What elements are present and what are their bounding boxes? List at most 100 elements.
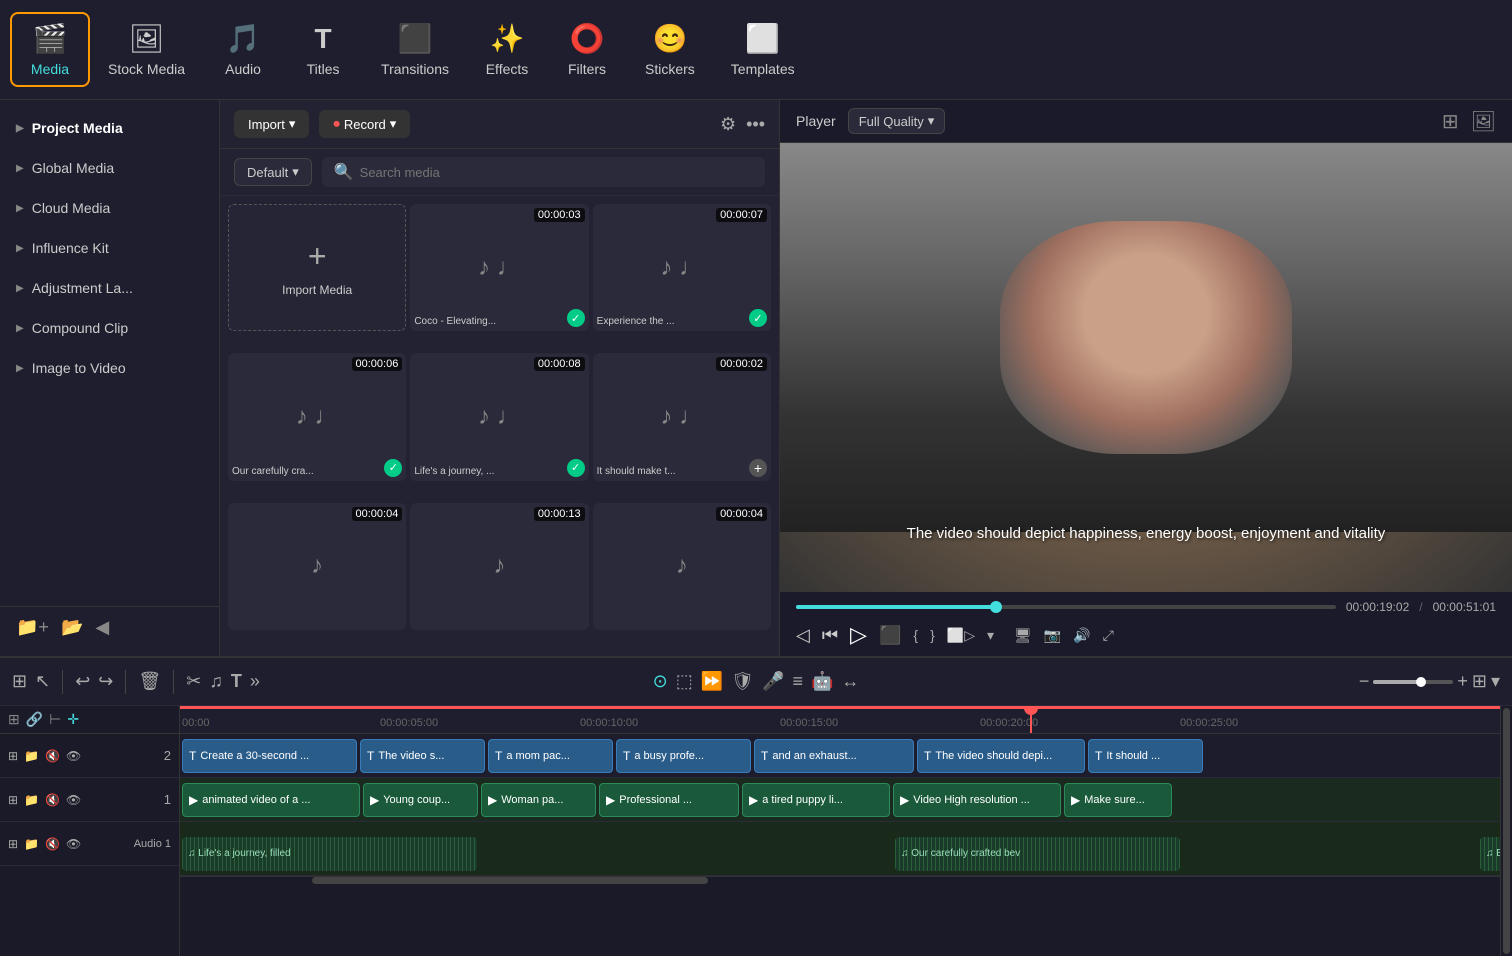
audio1-folder-icon[interactable]: 📁	[24, 837, 39, 851]
nav-item-filters[interactable]: ⭕ Filters	[547, 14, 627, 85]
tl-clip-animated[interactable]: ▶ animated video of a ...	[182, 783, 360, 817]
undo-button[interactable]: ↩	[75, 671, 90, 692]
record-button[interactable]: ⏺ Record ▾	[319, 110, 410, 138]
tl-clip-woman[interactable]: ▶ Woman pa...	[481, 783, 596, 817]
sidebar-item-compound-clip[interactable]: ▶ Compound Clip	[0, 308, 219, 348]
nav-item-media[interactable]: 🎬 Media	[10, 12, 90, 87]
track1-folder-icon[interactable]: 📁	[24, 793, 39, 807]
nav-item-titles[interactable]: T Titles	[283, 15, 363, 85]
sidebar-item-project-media[interactable]: ▶ Project Media	[0, 108, 219, 148]
redo-button[interactable]: ↪	[98, 671, 113, 692]
vertical-scroll-thumb[interactable]	[1503, 708, 1510, 954]
export-frame-button[interactable]: 🖥	[1014, 627, 1032, 644]
mask-button[interactable]: 🛡	[731, 671, 754, 692]
progress-bar[interactable]	[796, 605, 1336, 609]
media-item-coco[interactable]: 00:00:03 ♪ ♩ ✓ Coco - Elevating...	[410, 204, 588, 331]
quality-dropdown[interactable]: Full Quality ▾	[848, 108, 946, 134]
delete-button[interactable]: 🗑	[138, 671, 161, 692]
import-media-item[interactable]: + Import Media	[228, 204, 406, 331]
timeline-layout2-button[interactable]: ⊙	[653, 671, 668, 692]
search-input[interactable]	[360, 165, 753, 180]
media-item-experience[interactable]: 00:00:07 ♪ ♩ ✓ Experience the ...	[593, 204, 771, 331]
sidebar-item-image-to-video[interactable]: ▶ Image to Video	[0, 348, 219, 388]
tl-clip-lifes-audio[interactable]: ♫ Life's a journey, filled	[182, 837, 477, 871]
zoom-in-button[interactable]: +	[1457, 671, 1468, 692]
grid-view-icon[interactable]: ⊞	[1442, 109, 1459, 134]
nav-item-stickers[interactable]: 😊 Stickers	[627, 14, 713, 85]
track1-eye-icon[interactable]: 👁	[66, 793, 81, 807]
nav-item-audio[interactable]: 🎵 Audio	[203, 14, 283, 85]
stop-button[interactable]: ⬛	[879, 625, 901, 646]
tl-clip-video-s[interactable]: T The video s...	[360, 739, 485, 773]
sidebar-item-influence-kit[interactable]: ▶ Influence Kit	[0, 228, 219, 268]
tl-clip-professional[interactable]: ▶ Professional ...	[599, 783, 739, 817]
timeline-scrollbar-thumb[interactable]	[312, 877, 708, 884]
more-options-icon[interactable]: •••	[746, 114, 765, 135]
timeline-layout-button[interactable]: ⊞	[12, 671, 27, 692]
zoom-out-button[interactable]: −	[1359, 671, 1370, 692]
timeline-scrollbar[interactable]	[180, 876, 1500, 884]
fullscreen-button[interactable]: ⤢	[1103, 627, 1114, 644]
clip-insert-button[interactable]: ⬜▷	[947, 627, 975, 644]
image-view-icon[interactable]: 🖼	[1471, 109, 1496, 134]
add-track-icon[interactable]: ⊞	[8, 711, 20, 728]
collapse-icon[interactable]: ◀	[95, 617, 109, 638]
crop-button[interactable]: ⬚	[676, 671, 693, 692]
audio1-record-icon[interactable]: ⊞	[8, 837, 18, 851]
track2-folder-icon[interactable]: 📁	[24, 749, 39, 763]
audio-record-button[interactable]: 🎤	[762, 671, 784, 692]
audio1-eye-icon[interactable]: 👁	[66, 837, 81, 851]
media-item-itshould[interactable]: 00:00:02 ♪ ♩ + It should make t...	[593, 353, 771, 480]
grid-view-button[interactable]: ⊞	[1472, 671, 1487, 692]
progress-handle[interactable]	[990, 601, 1002, 613]
text-button[interactable]: T	[231, 671, 242, 692]
audio1-mute-icon[interactable]: 🔇	[45, 837, 60, 851]
sidebar-item-global-media[interactable]: ▶ Global Media	[0, 148, 219, 188]
step-back-button[interactable]: ◁	[796, 625, 810, 646]
nav-item-transitions[interactable]: ⬛ Transitions	[363, 14, 467, 85]
timeline-cursor-button[interactable]: ↖	[35, 671, 50, 692]
tl-clip-create[interactable]: T Create a 30-second ...	[182, 739, 357, 773]
volume-button[interactable]: 🔊	[1073, 627, 1090, 644]
adjust-button[interactable]: ↔	[841, 671, 859, 692]
track2-mute-icon[interactable]: 🔇	[45, 749, 60, 763]
media-item-row3c[interactable]: 00:00:04 ♪	[593, 503, 771, 630]
tl-clip-it-should[interactable]: T It should ...	[1088, 739, 1203, 773]
tl-clip-make-sure[interactable]: ▶ Make sure...	[1064, 783, 1172, 817]
text2-button[interactable]: ≡	[792, 671, 803, 692]
sidebar-item-cloud-media[interactable]: ▶ Cloud Media	[0, 188, 219, 228]
speed-button[interactable]: ⏩	[701, 671, 723, 692]
import-button[interactable]: Import ▾	[234, 110, 309, 138]
folder-add-icon[interactable]: 📁+	[16, 617, 49, 638]
folder-icon[interactable]: 📂	[61, 617, 83, 638]
timeline-vertical-scrollbar[interactable]	[1500, 706, 1512, 956]
tl-clip-video-hires[interactable]: ▶ Video High resolution ...	[893, 783, 1061, 817]
snapshot-button[interactable]: 📷	[1044, 627, 1061, 644]
frame-back-button[interactable]: ⏮	[822, 625, 838, 646]
tl-clip-mom[interactable]: T a mom pac...	[488, 739, 613, 773]
sidebar-item-adjustment-layer[interactable]: ▶ Adjustment La...	[0, 268, 219, 308]
filter-sort-icon[interactable]: ⚙	[720, 114, 736, 135]
more2-button[interactable]: ▾	[1491, 671, 1500, 692]
track2-eye-icon[interactable]: 👁	[66, 749, 81, 763]
magnet-icon[interactable]: ✛	[67, 711, 79, 728]
chevron-down-button[interactable]: ▾	[987, 627, 994, 644]
nav-item-effects[interactable]: ✨ Effects	[467, 14, 547, 85]
track2-record-icon[interactable]: ⊞	[8, 749, 18, 763]
nav-item-templates[interactable]: ⬜ Templates	[713, 14, 813, 85]
audio-button[interactable]: ♫	[209, 671, 223, 692]
tl-clip-our-audio[interactable]: ♫ Our carefully crafted bev	[895, 837, 1180, 871]
media-item-our[interactable]: 00:00:06 ♪ ♩ ✓ Our carefully cra...	[228, 353, 406, 480]
tl-clip-exp-audio[interactable]: ♫ Experience the difference	[1480, 837, 1500, 871]
zoom-handle[interactable]	[1416, 677, 1426, 687]
cut-button[interactable]: ✂	[186, 671, 201, 692]
more-button[interactable]: »	[250, 671, 260, 692]
tl-clip-busy[interactable]: T a busy profe...	[616, 739, 751, 773]
media-item-row3a[interactable]: 00:00:04 ♪	[228, 503, 406, 630]
link-icon[interactable]: 🔗	[26, 711, 43, 728]
ai-button[interactable]: 🤖	[811, 671, 833, 692]
mark-in-button[interactable]: {	[913, 627, 918, 643]
play-button[interactable]: ▷	[850, 622, 867, 648]
split-icon[interactable]: ⊢	[49, 711, 61, 728]
default-dropdown[interactable]: Default ▾	[234, 158, 312, 186]
